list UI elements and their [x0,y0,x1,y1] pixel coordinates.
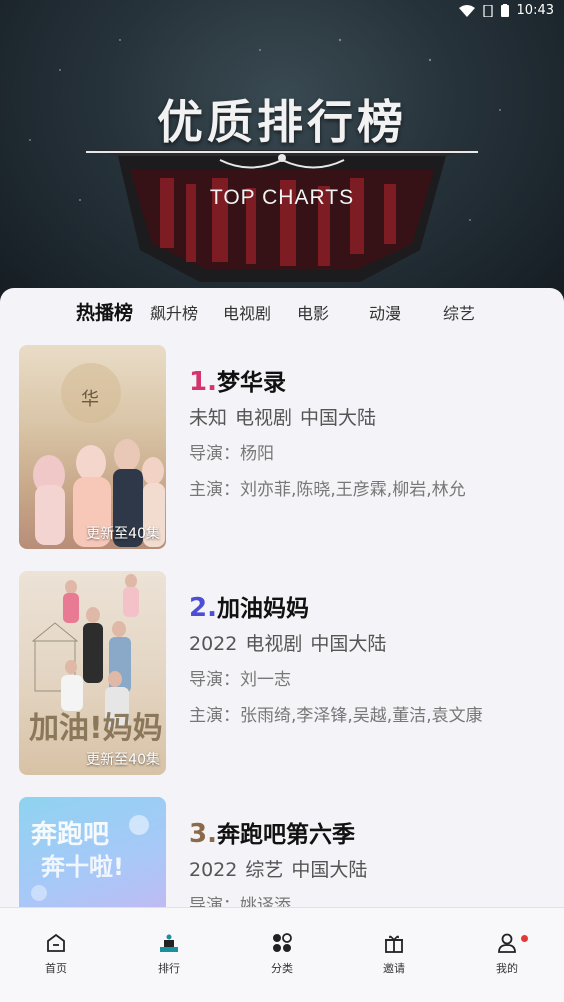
category-icon [273,933,292,952]
item-info: 1.梦华录 未知 电视剧 中国大陆 导演：杨阳 主演：刘亦菲,陈晓,王彦霖,柳岩,林… [189,363,549,507]
tab-movie[interactable]: 电影 [297,300,329,324]
notification-dot [521,935,528,942]
nav-profile[interactable]: 我的 [477,932,537,976]
nav-label: 邀请 [383,962,405,975]
tab-variety[interactable]: 综艺 [443,300,475,324]
tab-tv[interactable]: 电视剧 [223,300,271,324]
item-cast: 主演：张雨绮,李泽锋,吴越,董洁,袁文康 [189,706,483,726]
ranking-panel: 热播榜 飙升榜 电视剧 电影 动漫 综艺 华 更新至40集 1.梦华录 未知 电… [0,288,564,908]
ranking-item[interactable]: 奔跑吧 奔十啦! 3.奔跑吧第六季 2022 综艺 中国大陆 导演：姚译添 [19,797,549,908]
update-badge: 更新至40集 [86,526,160,542]
item-director: 导演：姚译添 [189,896,291,908]
nav-category[interactable]: 分类 [252,932,312,976]
poster-art: 奔跑吧 奔十啦! [31,815,149,901]
ranking-item[interactable]: 加油!妈妈 更新至40集 2.加油妈妈 2022 电视剧 中国大陆 导演：刘一志 主… [19,571,549,775]
item-meta: 2022 电视剧 中国大陆 [189,629,549,661]
item-year: 2022 [189,633,238,655]
rank-number: 3. [189,819,217,849]
tab-anime[interactable]: 动漫 [369,300,401,324]
item-director: 导演：杨阳 [189,444,274,464]
poster-art: 华 [33,363,165,547]
nav-ranking[interactable]: 排行 [139,932,199,976]
item-category: 电视剧 [245,633,303,655]
bottom-navigation: 首页 排行 分类 邀请 我的 [0,907,564,1002]
item-title-row: 2.加油妈妈 [189,589,549,623]
item-meta: 未知 电视剧 中国大陆 [189,403,549,435]
gift-icon [385,935,403,953]
rank-number: 1. [189,367,217,397]
item-year: 未知 [189,407,228,429]
svg-text:奔十啦!: 奔十啦! [41,853,124,881]
wifi-icon [458,4,475,17]
hero-title: 优质排行榜 [157,95,407,149]
poster-image[interactable]: 加油!妈妈 更新至40集 [19,571,166,775]
poster-title-art: 加油!妈妈 [29,711,163,746]
hero-banner: 10:43 优质排行榜 TOP CHARTS [0,0,564,320]
svg-text:华: 华 [81,389,99,410]
nav-label: 分类 [271,962,293,975]
hero-subtitle: TOP CHARTS [209,186,355,209]
item-director: 导演：刘一志 [189,670,291,690]
ranking-tabs: 热播榜 飙升榜 电视剧 电影 动漫 综艺 [0,288,564,334]
item-category: 综艺 [245,859,284,881]
ranking-item[interactable]: 华 更新至40集 1.梦华录 未知 电视剧 中国大陆 导演：杨阳 主演：刘亦菲,陈晓… [19,345,549,549]
svg-text:奔跑吧: 奔跑吧 [31,820,109,850]
hero-decoration [29,38,501,282]
status-time: 10:43 [516,3,554,18]
nav-label: 排行 [158,962,180,975]
item-title[interactable]: 加油妈妈 [217,596,309,622]
tab-rising[interactable]: 飙升榜 [150,300,198,324]
battery-icon [500,4,509,17]
item-title-row: 1.梦华录 [189,363,549,397]
item-info: 2.加油妈妈 2022 电视剧 中国大陆 导演：刘一志 主演：张雨绮,李泽锋,吴越,… [189,589,549,733]
item-cast: 主演：刘亦菲,陈晓,王彦霖,柳岩,林允 [189,480,466,500]
item-category: 电视剧 [235,407,293,429]
nav-invite[interactable]: 邀请 [364,932,424,976]
item-title[interactable]: 奔跑吧第六季 [217,822,355,848]
user-icon [498,933,516,953]
item-title[interactable]: 梦华录 [217,370,286,396]
item-region: 中国大陆 [291,859,368,881]
ranking-icon [160,934,178,952]
nav-label: 首页 [45,962,67,975]
poster-image[interactable]: 奔跑吧 奔十啦! [19,797,166,908]
home-icon [47,933,65,952]
item-region: 中国大陆 [300,407,377,429]
item-meta: 2022 综艺 中国大陆 [189,855,549,887]
tab-hot[interactable]: 热播榜 [76,298,133,325]
sim-icon [482,4,493,17]
poster-image[interactable]: 华 更新至40集 [19,345,166,549]
item-region: 中国大陆 [310,633,387,655]
rank-number: 2. [189,593,217,623]
update-badge: 更新至40集 [86,752,160,768]
item-year: 2022 [189,859,238,881]
item-title-row: 3.奔跑吧第六季 [189,815,549,849]
status-bar: 10:43 [0,0,564,24]
nav-label: 我的 [496,962,518,975]
item-info: 3.奔跑吧第六季 2022 综艺 中国大陆 导演：姚译添 [189,815,549,908]
nav-home[interactable]: 首页 [26,932,86,976]
